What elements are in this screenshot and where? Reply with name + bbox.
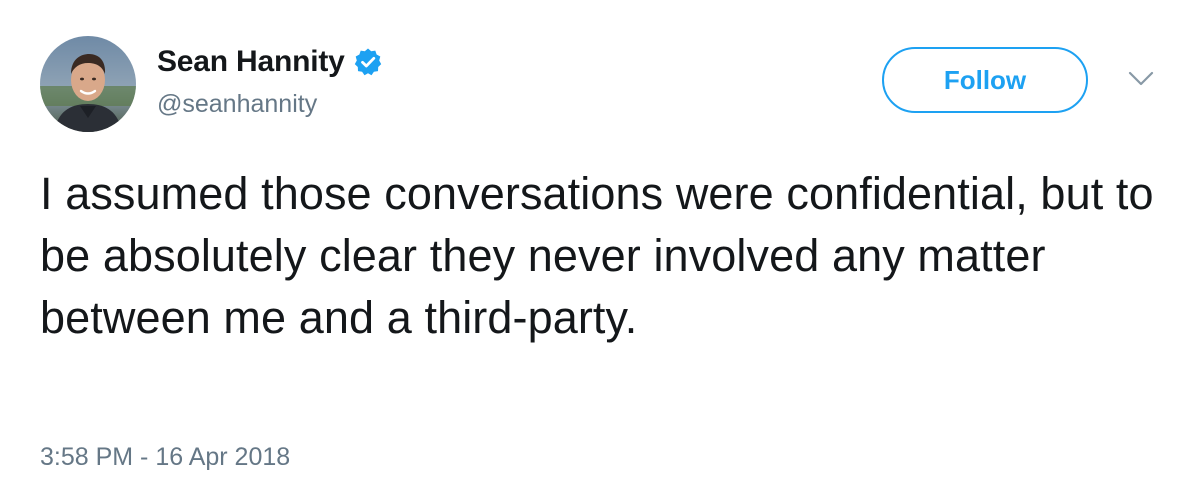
author-display-name[interactable]: Sean Hannity [157, 45, 345, 79]
tweet-card: Sean Hannity @seanhannity Follow I assum… [0, 0, 1198, 488]
follow-button[interactable]: Follow [882, 47, 1088, 113]
author-name-row: Sean Hannity [157, 42, 383, 82]
author-handle[interactable]: @seanhannity [157, 90, 317, 119]
tweet-timestamp[interactable]: 3:58 PM - 16 Apr 2018 [40, 443, 290, 472]
chevron-down-icon[interactable] [1128, 70, 1154, 88]
avatar[interactable] [40, 36, 136, 132]
avatar-photo [40, 36, 136, 132]
verified-badge-icon [353, 47, 383, 77]
tweet-text: I assumed those conversations were confi… [40, 168, 1154, 343]
